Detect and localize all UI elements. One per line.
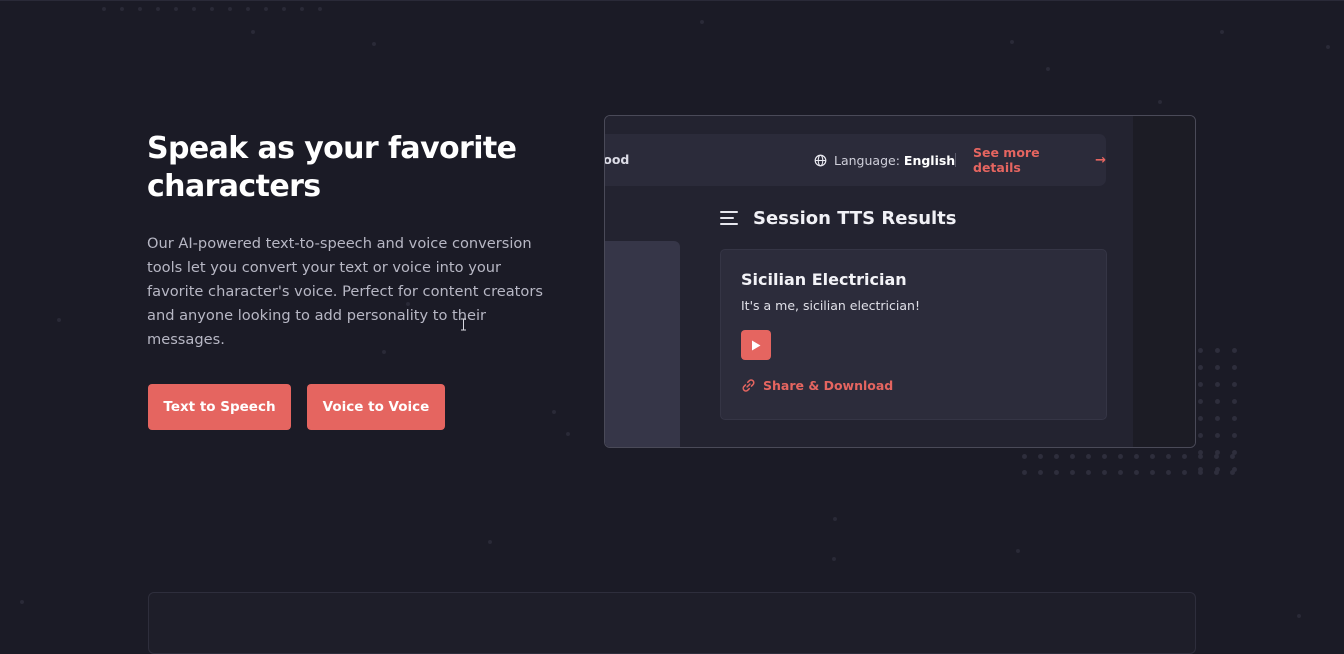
background-dot <box>1046 67 1050 71</box>
topbar-divider <box>955 153 956 167</box>
background-dot <box>264 7 268 11</box>
background-dot <box>228 7 232 11</box>
background-dot <box>1326 45 1330 49</box>
app-preview: Good Language: English See more details … <box>604 115 1196 448</box>
background-dot <box>372 42 376 46</box>
see-more-details-link[interactable]: See more details → <box>973 134 1106 186</box>
background-dot <box>832 557 836 561</box>
background-dot <box>1220 30 1224 34</box>
background-dot <box>1297 614 1301 618</box>
text-to-speech-button[interactable]: Text to Speech <box>148 384 291 430</box>
topbar-truncated-label: Good <box>604 152 630 167</box>
background-dot <box>57 318 61 322</box>
globe-icon <box>814 154 827 166</box>
background-dot <box>174 7 178 11</box>
language-value: English <box>903 152 956 168</box>
language-label: Language: <box>834 152 900 168</box>
result-card: Sicilian Electrician It's a me, sicilian… <box>720 249 1107 420</box>
menu-icon[interactable] <box>720 211 738 225</box>
result-card-text: It's a me, sicilian electrician! <box>741 298 920 313</box>
preview-topbar: Good Language: English See more details … <box>605 134 1106 186</box>
hero-title: Speak as your favorite characters <box>147 131 517 204</box>
background-dot <box>210 7 214 11</box>
background-dot <box>833 517 837 521</box>
voice-to-voice-button[interactable]: Voice to Voice <box>307 384 445 430</box>
language-selector[interactable]: Language: English <box>814 134 955 186</box>
background-dot <box>20 600 24 604</box>
text-cursor-icon <box>461 318 466 331</box>
see-more-details-label: See more details <box>973 145 1040 175</box>
share-download-label: Share & Download <box>763 378 894 393</box>
background-dot <box>282 7 286 11</box>
background-dot <box>700 20 704 24</box>
share-download-link[interactable]: Share & Download <box>741 378 893 393</box>
bottom-section-panel <box>148 592 1196 654</box>
background-dot <box>192 7 196 11</box>
background-dot <box>246 7 250 11</box>
results-heading: Session TTS Results <box>720 204 957 232</box>
background-dot <box>300 7 304 11</box>
results-heading-label: Session TTS Results <box>753 207 957 229</box>
result-card-title: Sicilian Electrician <box>741 270 907 289</box>
background-dot <box>120 7 124 11</box>
hero-description: Our AI-powered text-to-speech and voice … <box>147 235 543 348</box>
background-dot <box>138 7 142 11</box>
background-dot <box>1010 40 1014 44</box>
background-dot <box>251 30 255 34</box>
preview-side-panel <box>605 241 680 447</box>
background-dot <box>566 432 570 436</box>
arrow-right-icon: → <box>1095 152 1106 168</box>
play-button[interactable] <box>741 330 771 360</box>
preview-right-edge <box>1133 116 1195 447</box>
top-border <box>0 0 1344 1</box>
background-dot <box>1158 100 1162 104</box>
background-dot <box>156 7 160 11</box>
background-dot <box>552 410 556 414</box>
background-dot <box>488 540 492 544</box>
background-dot <box>1016 549 1020 553</box>
background-dot <box>318 7 322 11</box>
background-dot <box>102 7 106 11</box>
link-icon <box>742 379 755 392</box>
play-icon <box>752 340 761 350</box>
